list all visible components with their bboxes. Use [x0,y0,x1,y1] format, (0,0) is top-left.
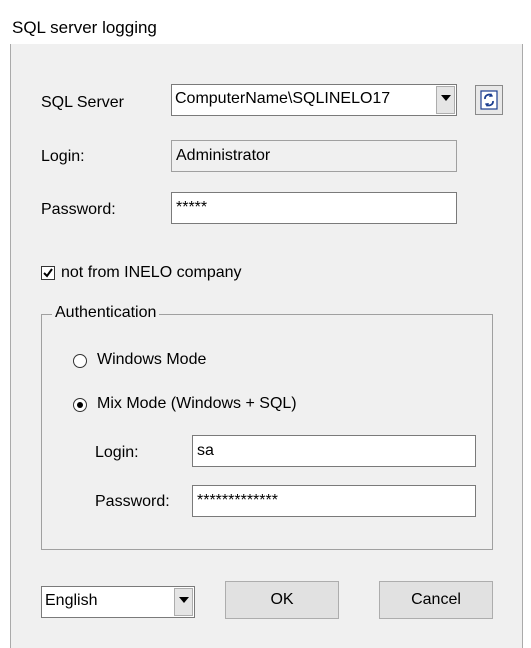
language-combo[interactable]: English [41,586,195,618]
language-value: English [45,592,98,609]
sql-password-label: Password: [95,493,170,510]
not-inelo-checkbox[interactable] [41,266,55,280]
password-label: Password: [41,201,116,218]
sql-server-value: ComputerName\SQLINELO17 [175,90,391,107]
authentication-group: Authentication Windows Mode Mix Mode (Wi… [41,304,493,550]
sql-server-dropdown-button[interactable] [436,86,455,114]
cancel-button[interactable]: Cancel [379,581,493,619]
authentication-legend: Authentication [52,304,160,322]
sql-server-combo[interactable]: ComputerName\SQLINELO17 [171,84,457,116]
password-field[interactable] [171,192,457,224]
sql-login-field[interactable] [192,435,476,467]
language-dropdown-button[interactable] [174,588,193,616]
radio-selected-dot [77,402,83,408]
ok-button[interactable]: OK [225,581,339,619]
refresh-servers-button[interactable] [475,85,503,115]
windows-mode-label[interactable]: Windows Mode [97,351,206,369]
dialog-body: SQL Server ComputerName\SQLINELO17 Login… [10,44,523,648]
not-inelo-label[interactable]: not from INELO company [61,264,242,282]
login-field[interactable] [171,140,457,172]
checkmark-icon [43,268,53,278]
windows-mode-radio[interactable] [73,354,87,368]
sql-password-field[interactable] [192,485,476,517]
sql-logging-dialog: SQL server logging SQL Server ComputerNa… [0,0,531,648]
sql-login-label: Login: [95,444,139,461]
refresh-icon [480,90,498,110]
sql-server-label: SQL Server [41,94,124,111]
login-label: Login: [41,148,85,165]
window-title: SQL server logging [12,18,157,37]
mix-mode-label[interactable]: Mix Mode (Windows + SQL) [97,395,297,413]
title-bar: SQL server logging [0,0,531,44]
mix-mode-radio[interactable] [73,398,87,412]
chevron-down-icon [179,597,189,603]
chevron-down-icon [441,95,451,101]
